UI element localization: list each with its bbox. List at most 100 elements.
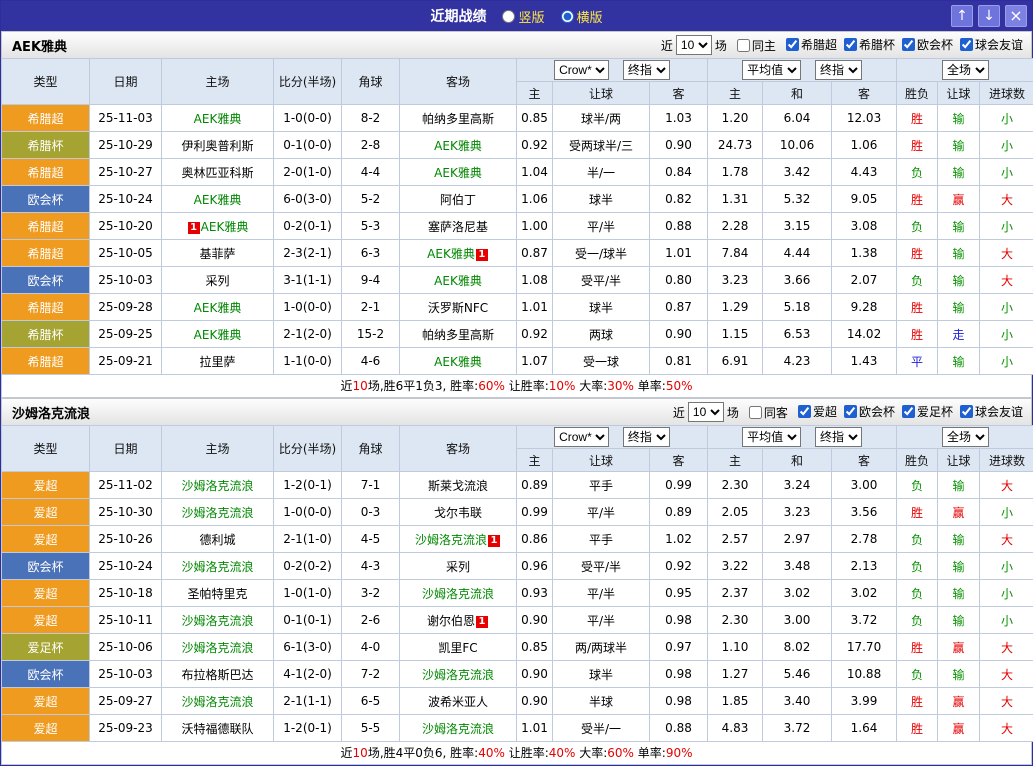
horizontal-layout-option[interactable]: 横版 [561,7,603,26]
match-date: 25-09-21 [90,348,162,375]
horizontal-layout-radio[interactable] [561,10,574,23]
same-side-checkbox[interactable] [749,406,762,419]
scope-select[interactable]: 全场 [942,427,989,447]
league-filter-checkbox[interactable] [844,38,857,51]
team-name[interactable]: AEK雅典 [434,139,482,153]
team-name[interactable]: 伊利奥普利斯 [181,139,253,153]
league-filter-checkbox[interactable] [902,405,915,418]
team-name[interactable]: AEK雅典 [194,112,242,126]
league-filter[interactable]: 球会友谊 [953,36,1023,53]
same-side-filter[interactable]: 同主 [730,37,776,54]
team-name[interactable]: 沙姆洛克流浪 [181,695,253,709]
team-name[interactable]: AEK雅典 [434,166,482,180]
team-name[interactable]: 布拉格斯巴达 [181,668,253,682]
handicap-result-cell: 输 [938,267,980,294]
team-name[interactable]: 戈尔韦联 [434,506,482,520]
team-name[interactable]: 沙姆洛克流浪 [181,506,253,520]
away-team-cell: 帕纳多里高斯 [400,321,517,348]
scope-select[interactable]: 全场 [942,60,989,80]
team-name[interactable]: 沙姆洛克流浪 [422,668,494,682]
league-filter[interactable]: 欧会杯 [895,36,953,53]
team-name[interactable]: 沙姆洛克流浪 [422,722,494,736]
crown-handicap: 受一球 [553,348,650,375]
team-name[interactable]: AEK雅典 [434,355,482,369]
odds-moment-select[interactable]: 终指 [623,60,670,80]
match-count-select[interactable]: 10 [688,402,724,422]
league-filter-checkbox[interactable] [798,405,811,418]
team-name[interactable]: AEK雅典 [194,301,242,315]
team-name[interactable]: 沃特福德联队 [181,722,253,736]
league-filter-checkbox[interactable] [844,405,857,418]
same-side-checkbox[interactable] [737,39,750,52]
league-filter-checkbox[interactable] [902,38,915,51]
move-down-button[interactable]: ↓ [978,5,1000,27]
team-name[interactable]: 塞萨洛尼基 [428,220,488,234]
league-filter[interactable]: 爱超 [791,403,837,420]
team-name[interactable]: AEK雅典 [201,220,249,234]
summary-part: 近 [341,746,353,760]
team-name[interactable]: 阿伯丁 [440,193,476,207]
close-button[interactable]: × [1005,5,1027,27]
team-name[interactable]: 谢尔伯恩 [427,614,475,628]
team-name[interactable]: AEK雅典 [427,247,475,261]
match-row: 希腊超25-10-27奥林匹亚科斯2-0(1-0)4-4AEK雅典1.04半/一… [2,159,1033,186]
odds-moment-select-2[interactable]: 终指 [815,60,862,80]
score-cell: 1-0(0-0) [274,294,342,321]
team-name[interactable]: 凯里FC [438,641,477,655]
team-name[interactable]: 沙姆洛克流浪 [181,641,253,655]
crown-home-odds: 0.89 [517,472,553,499]
header-row-top: 类型 日期 主场 比分(半场) 角球 客场 Crow* 终指 平均值 终指 [2,426,1033,449]
team-name[interactable]: AEK雅典 [194,193,242,207]
crown-handicap: 平手 [553,472,650,499]
team-name[interactable]: 奥林匹亚科斯 [181,166,253,180]
team-name[interactable]: 采列 [446,560,470,574]
league-filter-checkbox[interactable] [960,38,973,51]
league-filter[interactable]: 欧会杯 [837,403,895,420]
team-name[interactable]: 拉里萨 [199,355,235,369]
league-filter[interactable]: 希腊杯 [837,36,895,53]
team-name[interactable]: 德利城 [199,533,235,547]
bookmaker-select[interactable]: Crow* [554,60,609,80]
team-name[interactable]: 沙姆洛克流浪 [181,614,253,628]
summary-part: 50% [666,379,693,393]
home-team-cell: 沙姆洛克流浪 [162,688,274,715]
team-name[interactable]: 沙姆洛克流浪 [415,533,487,547]
team-name[interactable]: 采列 [205,274,229,288]
avg-odds-select[interactable]: 平均值 [742,427,801,447]
team-name[interactable]: 沃罗斯NFC [428,301,488,315]
team-name[interactable]: 帕纳多里高斯 [422,328,494,342]
league-filter-checkbox[interactable] [786,38,799,51]
team-name[interactable]: 沙姆洛克流浪 [422,587,494,601]
vertical-layout-radio[interactable] [502,10,515,23]
same-side-filter[interactable]: 同客 [742,404,788,421]
summary-part: 场,胜4平0负6, 胜率: [368,746,478,760]
team-name[interactable]: 圣帕特里克 [187,587,247,601]
crown-home-odds: 0.96 [517,553,553,580]
team-name[interactable]: AEK雅典 [434,274,482,288]
vertical-layout-option[interactable]: 竖版 [502,7,544,26]
handicap-result-cell: 赢 [938,499,980,526]
odds-moment-select-2[interactable]: 终指 [815,427,862,447]
handicap-result-cell: 输 [938,661,980,688]
league-filter[interactable]: 爱足杯 [895,403,953,420]
move-up-button[interactable]: ↑ [951,5,973,27]
team-name[interactable]: 基菲萨 [199,247,235,261]
team-name[interactable]: 沙姆洛克流浪 [181,479,253,493]
team-name[interactable]: AEK雅典 [194,328,242,342]
match-count-select[interactable]: 10 [676,35,712,55]
team-name[interactable]: 帕纳多里高斯 [422,112,494,126]
team-name[interactable]: 沙姆洛克流浪 [181,560,253,574]
crown-handicap: 球半 [553,294,650,321]
team-name[interactable]: 波希米亚人 [428,695,488,709]
league-filter[interactable]: 希腊超 [779,36,837,53]
bookmaker-select[interactable]: Crow* [554,427,609,447]
odds-moment-select[interactable]: 终指 [623,427,670,447]
league-filter[interactable]: 球会友谊 [953,403,1023,420]
team-name[interactable]: 斯莱戈流浪 [428,479,488,493]
avg-odds-select[interactable]: 平均值 [742,60,801,80]
crown-handicap: 受平/半 [553,267,650,294]
team-section: 沙姆洛克流浪 近 10 场 同客 爱超欧会杯爱足杯球会友谊 [1,398,1032,765]
corner-cell: 2-8 [342,132,400,159]
league-filter-checkbox[interactable] [960,405,973,418]
home-team-cell: 德利城 [162,526,274,553]
